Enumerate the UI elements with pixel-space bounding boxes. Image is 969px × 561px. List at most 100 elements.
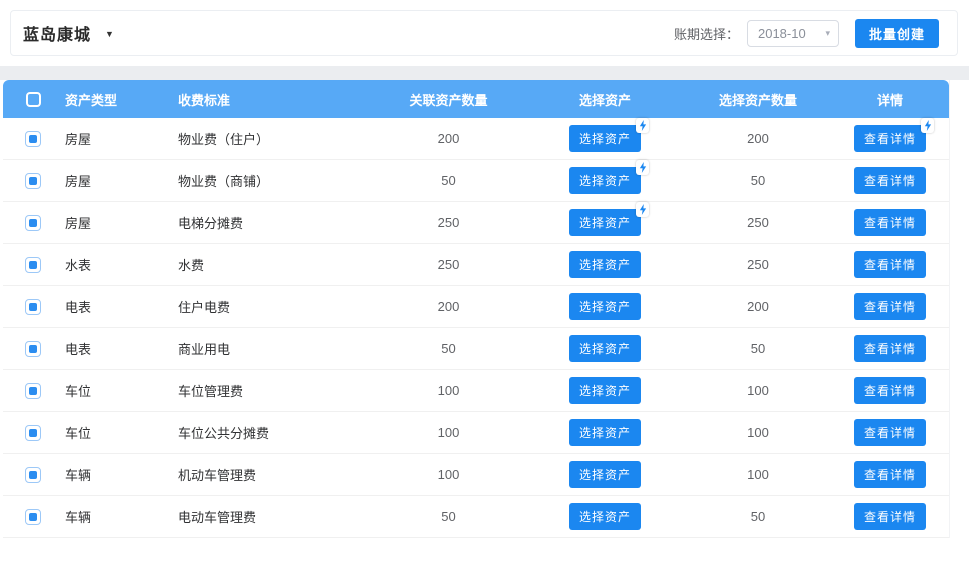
select-asset-button[interactable]: 选择资产 (569, 377, 641, 404)
batch-create-button[interactable]: 批量创建 (855, 19, 939, 48)
select-asset-button-label: 选择资产 (579, 342, 631, 356)
asset-type-cell: 车辆 (63, 465, 176, 484)
select-asset-button[interactable]: 选择资产 (569, 125, 641, 152)
select-asset-button-label: 选择资产 (579, 216, 631, 230)
view-detail-button-label: 查看详情 (864, 258, 916, 272)
col-header-detail: 详情 (830, 90, 950, 109)
community-name: 蓝岛康城 (23, 21, 91, 45)
asset-type-cell: 水表 (63, 255, 176, 274)
select-asset-button[interactable]: 选择资产 (569, 209, 641, 236)
asset-type-cell: 车辆 (63, 507, 176, 526)
related-count-cell: 100 (373, 425, 524, 440)
chevron-down-icon: ▼ (105, 29, 114, 39)
view-detail-button[interactable]: 查看详情 (854, 125, 926, 152)
row-checkbox[interactable] (25, 509, 41, 525)
view-detail-button[interactable]: 查看详情 (854, 167, 926, 194)
checkbox-checked-mark (29, 471, 37, 479)
fee-standard-cell: 商业用电 (176, 339, 373, 358)
checkbox-checked-mark (29, 219, 37, 227)
view-detail-button-label: 查看详情 (864, 384, 916, 398)
fee-standard-cell: 物业费（商铺） (176, 171, 373, 190)
view-detail-button[interactable]: 查看详情 (854, 377, 926, 404)
view-detail-button[interactable]: 查看详情 (854, 461, 926, 488)
select-asset-button-label: 选择资产 (579, 174, 631, 188)
asset-type-cell: 房屋 (63, 129, 176, 148)
selected-count-cell: 100 (686, 383, 830, 398)
fee-table: 资产类型 收费标准 关联资产数量 选择资产 选择资产数量 详情 房屋 物业费（住… (3, 80, 950, 538)
related-count-cell: 250 (373, 257, 524, 272)
row-checkbox[interactable] (25, 467, 41, 483)
selected-count-cell: 250 (686, 257, 830, 272)
period-select[interactable]: 2018-10 ▾ (747, 20, 839, 47)
view-detail-button[interactable]: 查看详情 (854, 293, 926, 320)
view-detail-button[interactable]: 查看详情 (854, 503, 926, 530)
table-row: 房屋 电梯分摊费 250 选择资产 250 查看详情 (3, 202, 949, 244)
related-count-cell: 100 (373, 467, 524, 482)
col-header-asset-type: 资产类型 (63, 90, 176, 109)
select-asset-button-label: 选择资产 (579, 384, 631, 398)
row-checkbox[interactable] (25, 173, 41, 189)
row-checkbox[interactable] (25, 425, 41, 441)
col-header-select-asset: 选择资产 (524, 90, 686, 109)
table-row: 水表 水费 250 选择资产 250 查看详情 (3, 244, 949, 286)
checkbox-checked-mark (29, 135, 37, 143)
row-checkbox[interactable] (25, 299, 41, 315)
row-checkbox[interactable] (25, 257, 41, 273)
asset-type-cell: 车位 (63, 423, 176, 442)
select-asset-button[interactable]: 选择资产 (569, 503, 641, 530)
fee-standard-cell: 电梯分摊费 (176, 213, 373, 232)
community-selector[interactable]: 蓝岛康城 ▼ (23, 21, 114, 45)
period-select-value: 2018-10 (758, 26, 825, 41)
select-asset-button[interactable]: 选择资产 (569, 419, 641, 446)
row-checkbox[interactable] (25, 215, 41, 231)
fee-standard-cell: 机动车管理费 (176, 465, 373, 484)
asset-type-cell: 房屋 (63, 171, 176, 190)
checkbox-checked-mark (29, 429, 37, 437)
selected-count-cell: 100 (686, 467, 830, 482)
period-select-label: 账期选择： (674, 24, 739, 43)
checkbox-checked-mark (29, 345, 37, 353)
view-detail-button[interactable]: 查看详情 (854, 335, 926, 362)
selected-count-cell: 100 (686, 425, 830, 440)
select-asset-button[interactable]: 选择资产 (569, 293, 641, 320)
related-count-cell: 50 (373, 173, 524, 188)
view-detail-button[interactable]: 查看详情 (854, 251, 926, 278)
row-checkbox[interactable] (25, 341, 41, 357)
related-count-cell: 50 (373, 341, 524, 356)
table-row: 电表 住户电费 200 选择资产 200 查看详情 (3, 286, 949, 328)
view-detail-button[interactable]: 查看详情 (854, 419, 926, 446)
related-count-cell: 200 (373, 299, 524, 314)
row-checkbox[interactable] (25, 383, 41, 399)
select-asset-button[interactable]: 选择资产 (569, 167, 641, 194)
select-arrow-icon: ▾ (825, 28, 830, 39)
select-asset-button[interactable]: 选择资产 (569, 335, 641, 362)
select-asset-button-label: 选择资产 (579, 300, 631, 314)
related-count-cell: 250 (373, 215, 524, 230)
select-all-checkbox[interactable] (26, 92, 41, 107)
view-detail-button-label: 查看详情 (864, 468, 916, 482)
table-row: 房屋 物业费（商铺） 50 选择资产 50 查看详情 (3, 160, 949, 202)
row-checkbox[interactable] (25, 131, 41, 147)
table-row: 电表 商业用电 50 选择资产 50 查看详情 (3, 328, 949, 370)
table-row: 车位 车位公共分摊费 100 选择资产 100 查看详情 (3, 412, 949, 454)
cursor-bolt-icon (636, 160, 649, 175)
select-asset-button[interactable]: 选择资产 (569, 251, 641, 278)
view-detail-button-label: 查看详情 (864, 174, 916, 188)
fee-standard-cell: 住户电费 (176, 297, 373, 316)
view-detail-button[interactable]: 查看详情 (854, 209, 926, 236)
selected-count-cell: 50 (686, 509, 830, 524)
fee-standard-cell: 电动车管理费 (176, 507, 373, 526)
col-header-fee-standard: 收费标准 (176, 90, 373, 109)
topbar-right-group: 账期选择： 2018-10 ▾ 批量创建 (674, 19, 939, 48)
selected-count-cell: 50 (686, 341, 830, 356)
table-row: 房屋 物业费（住户） 200 选择资产 200 查看详情 (3, 118, 949, 160)
col-header-selected-count: 选择资产数量 (686, 90, 830, 109)
fee-standard-cell: 水费 (176, 255, 373, 274)
view-detail-button-label: 查看详情 (864, 342, 916, 356)
asset-type-cell: 电表 (63, 339, 176, 358)
table-row: 车位 车位管理费 100 选择资产 100 查看详情 (3, 370, 949, 412)
top-bar: 蓝岛康城 ▼ 账期选择： 2018-10 ▾ 批量创建 (10, 10, 958, 56)
select-asset-button-label: 选择资产 (579, 468, 631, 482)
selected-count-cell: 50 (686, 173, 830, 188)
select-asset-button[interactable]: 选择资产 (569, 461, 641, 488)
